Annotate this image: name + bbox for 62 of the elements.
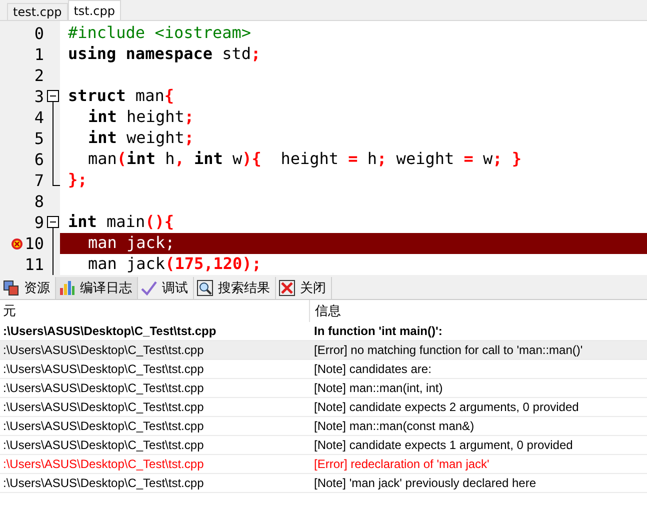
line-number: 10 [24, 234, 45, 253]
line-number: 3 [34, 87, 45, 106]
panel-tab[interactable]: 关闭 [276, 277, 332, 299]
table-row[interactable]: :\Users\ASUS\Desktop\C_Test\tst.cpp [Note] 'man jack' previously declared here [0, 474, 647, 493]
file-tab[interactable]: tst.cpp [68, 0, 122, 20]
table-row[interactable]: :\Users\ASUS\Desktop\C_Test\tst.cpp [Note] candidate expects 1 argument, 0 provided [0, 436, 647, 455]
close-icon [279, 280, 295, 296]
panel-tab[interactable]: 编译日志 [56, 277, 138, 299]
table-row[interactable]: :\Users\ASUS\Desktop\C_Test\tst.cpp [Note] candidates are: [0, 360, 647, 379]
line-number: 11 [24, 255, 45, 274]
table-cell-text: :\Users\ASUS\Desktop\C_Test\tst.cpp [2, 343, 205, 357]
code-line: using namespace std; [67, 44, 262, 65]
panel-tab[interactable]: 调试 [138, 277, 194, 299]
table-cell-text: :\Users\ASUS\Desktop\C_Test\tst.cpp [2, 438, 205, 452]
table-cell-text: [Note] candidate expects 1 argument, 0 provided [313, 438, 573, 452]
column-header[interactable]: 信息 [309, 300, 341, 322]
code-line: int height; [87, 107, 195, 128]
windows-icon [3, 280, 19, 296]
table-cell-text: :\Users\ASUS\Desktop\C_Test\tst.cpp [2, 400, 205, 414]
table-row[interactable]: :\Users\ASUS\Desktop\C_Test\tst.cpp [Note] man::man(const man&) [0, 417, 647, 436]
table-row[interactable]: :\Users\ASUS\Desktop\C_Test\tst.cpp [Error] no matching function for call to 'man::man()' [0, 341, 647, 360]
line-number: 2 [34, 66, 45, 85]
search-icon [197, 280, 213, 296]
line-number: 0 [34, 24, 45, 43]
line-number: 8 [34, 192, 45, 211]
line-number: 4 [34, 108, 45, 127]
check-icon [141, 280, 157, 296]
table-cell-text: :\Users\ASUS\Desktop\C_Test\tst.cpp [2, 457, 205, 471]
table-row[interactable]: :\Users\ASUS\Desktop\C_Test\tst.cpp [Error] redeclaration of 'man jack' [0, 455, 647, 474]
table-cell-text: [Note] man::man(int, int) [313, 381, 443, 395]
table-cell-text: In function 'int main()': [313, 324, 442, 338]
table-row[interactable]: :\Users\ASUS\Desktop\C_Test\tst.cpp [Note] man::man(int, int) [0, 379, 647, 398]
code-line: man(int h, int w){ height = h; weight = w; } [87, 149, 523, 170]
code-line: struct man{ [67, 86, 175, 107]
line-number: 5 [34, 129, 45, 148]
table-cell-text: :\Users\ASUS\Desktop\C_Test\tst.cpp [2, 476, 205, 490]
line-number: 1 [34, 45, 45, 64]
code-line: man jack(175,120); [87, 254, 262, 275]
table-cell-text: [Error] no matching function for call to 'man::man()' [313, 343, 583, 357]
line-number: 9 [34, 213, 45, 232]
table-cell-text: [Note] man::man(const man&) [313, 419, 474, 433]
line-number: 6 [34, 150, 45, 169]
table-cell-text: :\Users\ASUS\Desktop\C_Test\tst.cpp [2, 419, 205, 433]
table-cell-text: [Note] candidate expects 2 arguments, 0 provided [313, 400, 579, 414]
code-line: #include <iostream> [67, 23, 252, 44]
table-row[interactable]: :\Users\ASUS\Desktop\C_Test\tst.cpp [Note] candidate expects 2 arguments, 0 provided [0, 398, 647, 417]
table-cell-text: :\Users\ASUS\Desktop\C_Test\tst.cpp [2, 324, 218, 338]
column-header[interactable]: 元 [0, 300, 309, 322]
table-cell-text: [Note] candidates are: [313, 362, 432, 376]
code-line: }; [67, 170, 88, 191]
fold-toggle-icon[interactable] [47, 216, 59, 233]
table-cell-text: :\Users\ASUS\Desktop\C_Test\tst.cpp [2, 381, 205, 395]
code-line: int main(){ [67, 212, 175, 233]
line-number: 7 [34, 171, 45, 190]
table-cell-text: :\Users\ASUS\Desktop\C_Test\tst.cpp [2, 362, 205, 376]
table-cell-text: [Note] 'man jack' previously declared here [313, 476, 536, 490]
panel-tab[interactable]: 搜索结果 [194, 277, 276, 299]
bar-chart-icon [59, 280, 75, 296]
table-cell-text: [Error] redeclaration of 'man jack' [313, 457, 490, 471]
fold-toggle-icon[interactable] [47, 90, 59, 107]
file-tab[interactable]: test.cpp [7, 3, 68, 20]
code-line: int weight; [87, 128, 195, 149]
